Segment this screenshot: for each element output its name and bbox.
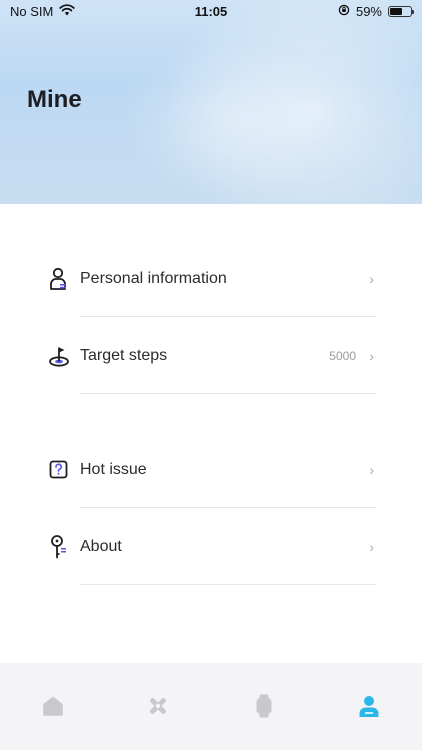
tab-device[interactable] — [244, 693, 284, 723]
tab-bar — [0, 663, 422, 750]
menu-item-label: Hot issue — [80, 460, 147, 478]
menu-item-about[interactable]: About › — [0, 508, 422, 585]
battery-percent: 59% — [355, 3, 382, 19]
menu-item-label: About — [80, 537, 122, 555]
divider — [80, 393, 376, 394]
battery-icon — [388, 5, 414, 17]
mine-screen: No SIM 11:05 59% Mine Personal informati… — [0, 0, 422, 750]
status-left: No SIM — [10, 4, 75, 19]
header-background: No SIM 11:05 59% Mine — [0, 0, 422, 204]
menu-item-target-steps[interactable]: Target steps 5000 › — [0, 317, 422, 394]
chevron-right-icon: › — [369, 347, 374, 364]
status-time: 11:05 — [194, 3, 228, 19]
tab-mine[interactable] — [349, 693, 389, 723]
home-icon — [42, 696, 64, 721]
menu-item-label: Personal information — [80, 269, 227, 287]
menu-item-hot-issue[interactable]: Hot issue › — [0, 431, 422, 508]
divider — [80, 584, 376, 585]
question-box-icon — [48, 458, 70, 482]
rotation-lock-icon — [338, 4, 350, 19]
target-flag-icon — [48, 344, 70, 368]
chevron-right-icon: › — [369, 270, 374, 287]
profile-icon — [358, 694, 380, 723]
menu-item-personal-information[interactable]: Personal information › — [0, 240, 422, 317]
chevron-right-icon: › — [369, 538, 374, 555]
wifi-icon — [59, 3, 75, 19]
tab-sport[interactable] — [138, 693, 178, 723]
target-steps-value: 5000 — [329, 348, 356, 363]
key-info-icon — [48, 534, 70, 559]
carrier-label: No SIM — [10, 3, 54, 19]
page-title: Mine — [27, 86, 82, 113]
watch-icon — [255, 694, 273, 723]
status-right: 59% — [338, 3, 414, 19]
battery-fill — [390, 7, 402, 15]
status-bar: No SIM 11:05 59% — [0, 0, 422, 22]
sport-icon — [146, 694, 170, 723]
menu-item-label: Target steps — [80, 346, 168, 364]
chevron-right-icon: › — [369, 461, 374, 478]
person-icon — [48, 267, 70, 291]
tab-home[interactable] — [33, 693, 73, 723]
